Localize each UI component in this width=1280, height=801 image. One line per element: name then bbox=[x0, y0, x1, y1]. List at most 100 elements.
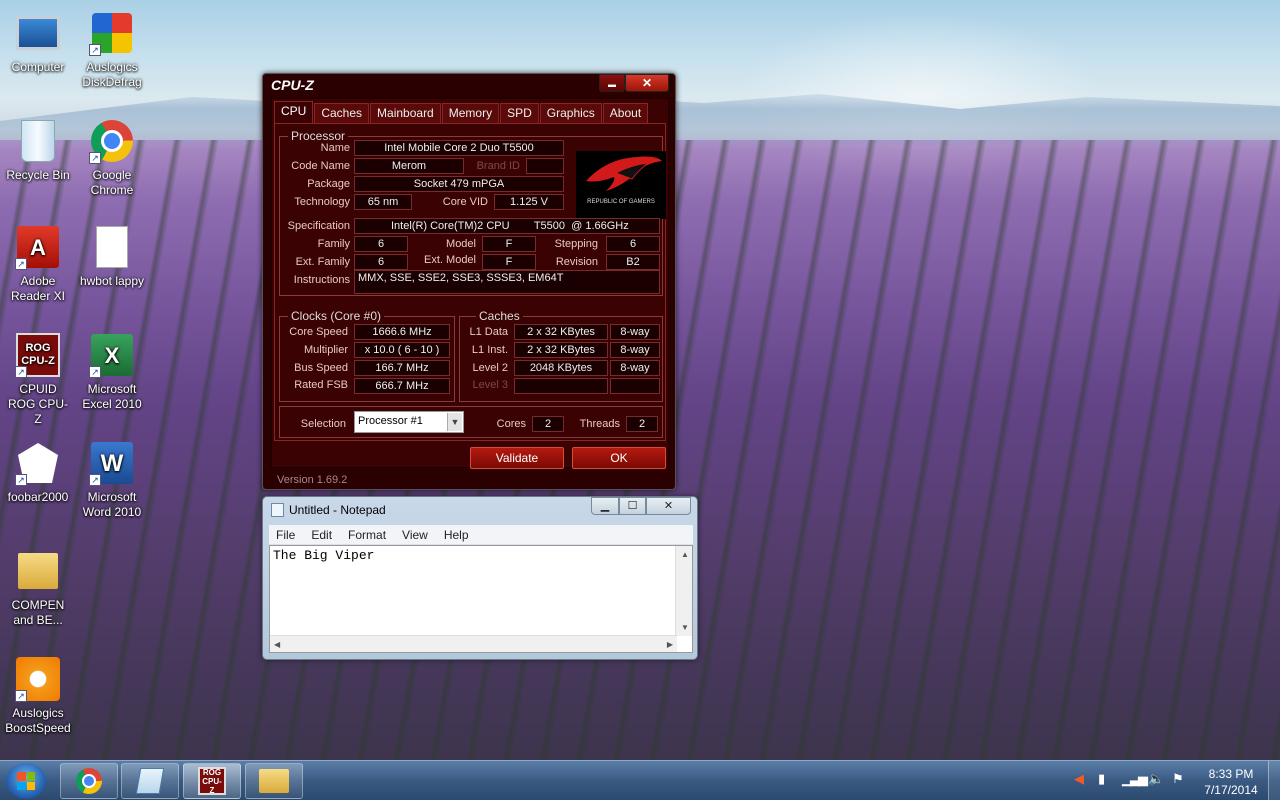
rog-cpuz-icon: ROG CPU-Z bbox=[198, 767, 226, 795]
model-value: F bbox=[482, 236, 536, 252]
specification-label: Specification bbox=[287, 220, 350, 232]
desktop-icon-chrome[interactable]: ↗ Google Chrome bbox=[75, 118, 149, 198]
shortcut-arrow-icon: ↗ bbox=[15, 366, 27, 378]
cpuz-close-button[interactable]: ✕ bbox=[625, 74, 669, 92]
desktop-icon-compen-folder[interactable]: COMPEN and BE... bbox=[1, 548, 75, 628]
caches-group: Caches L1 Data 2 x 32 KBytes 8-way L1 In… bbox=[459, 309, 663, 402]
shortcut-arrow-icon: ↗ bbox=[15, 690, 27, 702]
vertical-scrollbar[interactable]: ▲ ▼ bbox=[675, 546, 692, 636]
l1data-assoc: 8-way bbox=[610, 324, 660, 340]
ratedfsb-value: 666.7 MHz bbox=[354, 378, 450, 394]
chrome-icon: ↗ bbox=[89, 118, 135, 164]
l1inst-label: L1 Inst. bbox=[471, 344, 508, 356]
corevid-value: 1.125 V bbox=[494, 194, 564, 210]
tab-mainboard[interactable]: Mainboard bbox=[370, 103, 441, 123]
busspeed-label: Bus Speed bbox=[294, 362, 348, 374]
notepad-close-button[interactable]: ✕ bbox=[646, 497, 691, 515]
menu-view[interactable]: View bbox=[395, 528, 437, 542]
shortcut-arrow-icon: ↗ bbox=[15, 474, 27, 486]
notepad-content: The Big Viper bbox=[273, 548, 375, 563]
minimize-icon: ▬ bbox=[608, 80, 616, 89]
ratedfsb-label: Rated FSB bbox=[294, 379, 348, 391]
extmodel-label: Ext. Model bbox=[424, 254, 476, 266]
extfamily-value: 6 bbox=[354, 254, 408, 270]
desktop-icon-computer[interactable]: Computer bbox=[1, 10, 75, 75]
shortcut-arrow-icon: ↗ bbox=[89, 152, 101, 164]
scroll-down-icon[interactable]: ▼ bbox=[681, 623, 689, 632]
taskbar-explorer[interactable] bbox=[245, 763, 303, 799]
desktop-icon-word[interactable]: W ↗ Microsoft Word 2010 bbox=[75, 440, 149, 520]
tab-cpu[interactable]: CPU bbox=[274, 101, 314, 123]
adobe-reader-icon: A ↗ bbox=[15, 224, 61, 270]
desktop-icon-adobe-reader[interactable]: A ↗ Adobe Reader XI bbox=[1, 224, 75, 304]
notepad-window[interactable]: Untitled - Notepad ▁ ☐ ✕ File Edit Forma… bbox=[262, 496, 698, 660]
tab-spd[interactable]: SPD bbox=[500, 103, 539, 123]
speaker-alert-icon[interactable]: ◀ bbox=[1074, 771, 1084, 787]
taskbar-chrome[interactable] bbox=[60, 763, 118, 799]
foobar2000-icon: ↗ bbox=[15, 440, 61, 486]
l1data-label: L1 Data bbox=[469, 326, 508, 338]
network-signal-icon[interactable]: ▁▃▅ bbox=[1122, 771, 1148, 787]
desktop-icon-foobar2000[interactable]: ↗ foobar2000 bbox=[1, 440, 75, 505]
tab-graphics[interactable]: Graphics bbox=[539, 103, 602, 123]
windows-logo-icon bbox=[17, 772, 35, 790]
menu-edit[interactable]: Edit bbox=[304, 528, 341, 542]
tab-memory[interactable]: Memory bbox=[441, 103, 500, 123]
action-center-flag-icon[interactable]: ⚑ bbox=[1172, 771, 1184, 787]
corespeed-label: Core Speed bbox=[289, 326, 348, 338]
menu-file[interactable]: File bbox=[269, 528, 304, 542]
notepad-menubar: File Edit Format View Help bbox=[269, 525, 693, 545]
package-label: Package bbox=[307, 178, 350, 190]
diskdefrag-icon: ↗ bbox=[89, 10, 135, 56]
clock[interactable]: 8:33 PM 7/17/2014 bbox=[1196, 766, 1266, 798]
menu-format[interactable]: Format bbox=[341, 528, 395, 542]
cpu-tab-panel: Processor Name Intel Mobile Core 2 Duo T… bbox=[274, 123, 666, 441]
shortcut-arrow-icon: ↗ bbox=[89, 366, 101, 378]
notepad-maximize-button[interactable]: ☐ bbox=[619, 497, 646, 515]
desktop-icon-cpuz[interactable]: ROG CPU-Z ↗ CPUID ROG CPU-Z bbox=[1, 332, 75, 427]
taskbar: ROG CPU-Z ◀ ▮ ▁▃▅ 🔈 ⚑ 8:33 PM 7/17/2014 bbox=[0, 760, 1280, 801]
computer-icon bbox=[15, 10, 61, 56]
revision-label: Revision bbox=[555, 256, 598, 268]
close-icon: ✕ bbox=[641, 76, 653, 90]
clock-date: 7/17/2014 bbox=[1204, 783, 1258, 797]
scroll-up-icon[interactable]: ▲ bbox=[681, 550, 689, 559]
volume-icon[interactable]: 🔈 bbox=[1148, 771, 1164, 787]
desktop-icon-label: CPUID ROG CPU-Z bbox=[8, 382, 68, 426]
excel-icon: X ↗ bbox=[89, 332, 135, 378]
clocks-group-title: Clocks (Core #0) bbox=[288, 309, 385, 323]
scroll-left-icon[interactable]: ◀ bbox=[274, 640, 280, 649]
desktop-icon-diskdefrag[interactable]: ↗ Auslogics DiskDefrag bbox=[75, 10, 149, 90]
version-text: Version 1.69.2 bbox=[277, 474, 348, 486]
validate-button[interactable]: Validate bbox=[470, 447, 564, 469]
desktop-icon-recycle-bin[interactable]: Recycle Bin bbox=[1, 118, 75, 183]
desktop-icon-label: Recycle Bin bbox=[6, 168, 70, 182]
desktop-icon-excel[interactable]: X ↗ Microsoft Excel 2010 bbox=[75, 332, 149, 412]
menu-help[interactable]: Help bbox=[437, 528, 478, 542]
start-button[interactable] bbox=[6, 763, 46, 799]
chevron-down-icon: ▼ bbox=[447, 413, 462, 431]
battery-icon[interactable]: ▮ bbox=[1098, 771, 1105, 787]
taskbar-cpuz[interactable]: ROG CPU-Z bbox=[183, 763, 241, 799]
desktop-icon-label: foobar2000 bbox=[7, 490, 69, 504]
cpuz-window[interactable]: CPU-Z ▬ ✕ CPU Caches Mainboard Memory SP… bbox=[262, 73, 676, 490]
tab-caches[interactable]: Caches bbox=[314, 103, 370, 123]
multiplier-value: x 10.0 ( 6 - 10 ) bbox=[354, 342, 450, 358]
revision-value: B2 bbox=[606, 254, 660, 270]
scroll-right-icon[interactable]: ▶ bbox=[667, 640, 673, 649]
tab-about[interactable]: About bbox=[602, 103, 649, 123]
folder-icon bbox=[15, 548, 61, 594]
desktop-icon-hwbot-lappy[interactable]: hwbot lappy bbox=[75, 224, 149, 289]
package-value: Socket 479 mPGA bbox=[354, 176, 564, 192]
notepad-minimize-button[interactable]: ▁ bbox=[591, 497, 619, 515]
desktop-icon-boostspeed[interactable]: ↗ Auslogics BoostSpeed bbox=[1, 656, 75, 736]
ok-button[interactable]: OK bbox=[572, 447, 666, 469]
cpuz-minimize-button[interactable]: ▬ bbox=[599, 74, 625, 92]
brandid-label: Brand ID bbox=[476, 160, 520, 172]
file-icon bbox=[89, 224, 135, 270]
taskbar-notepad[interactable] bbox=[121, 763, 179, 799]
processor-select[interactable]: Processor #1 ▼ bbox=[354, 411, 464, 433]
notepad-text-area[interactable]: The Big Viper ▲ ▼ ◀ ▶ bbox=[269, 545, 693, 653]
horizontal-scrollbar[interactable]: ◀ ▶ bbox=[270, 635, 677, 652]
show-desktop-button[interactable] bbox=[1268, 761, 1280, 801]
